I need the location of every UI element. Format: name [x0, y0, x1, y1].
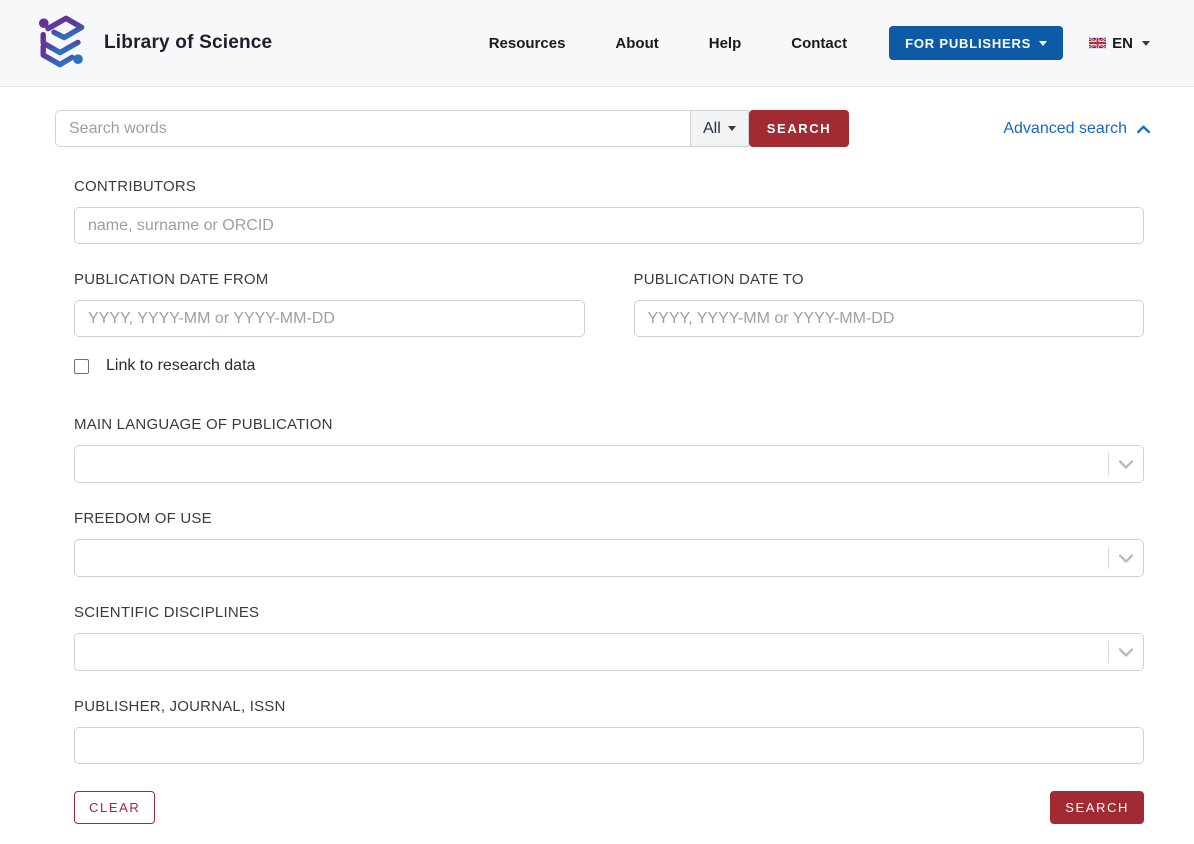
language-code: EN: [1112, 35, 1133, 52]
contributors-label: CONTRIBUTORS: [74, 178, 1144, 195]
scientific-disciplines-label: SCIENTIFIC DISCIPLINES: [74, 604, 1144, 621]
brand-logo[interactable]: Library of Science: [30, 12, 272, 74]
nav-item-help[interactable]: Help: [709, 35, 742, 52]
link-research-data-option[interactable]: Link to research data: [74, 357, 1144, 375]
publication-date-row: PUBLICATION DATE FROM PUBLICATION DATE T…: [74, 271, 1144, 337]
date-from-input[interactable]: [74, 300, 585, 337]
main-nav: Resources About Help Contact: [489, 35, 847, 52]
caret-down-icon: [728, 126, 736, 131]
advanced-search-label: Advanced search: [1003, 120, 1127, 138]
nav-item-about[interactable]: About: [615, 35, 658, 52]
search-bar: All SEARCH Advanced search: [55, 110, 1150, 147]
for-publishers-button[interactable]: FOR PUBLISHERS: [889, 26, 1063, 60]
search-input[interactable]: [55, 110, 690, 147]
main-language-label: MAIN LANGUAGE OF PUBLICATION: [74, 416, 1144, 433]
select-separator: [1108, 641, 1109, 663]
publisher-journal-issn-field: PUBLISHER, JOURNAL, ISSN: [74, 698, 1144, 764]
date-from-label: PUBLICATION DATE FROM: [74, 271, 585, 288]
link-research-data-checkbox[interactable]: [74, 359, 89, 374]
caret-down-icon: [1039, 41, 1047, 46]
library-logo-icon: [30, 12, 90, 74]
chevron-down-icon: [1119, 648, 1133, 657]
header: Library of Science Resources About Help …: [0, 0, 1194, 87]
form-actions: CLEAR SEARCH: [74, 791, 1144, 824]
uk-flag-icon: [1089, 37, 1106, 49]
chevron-down-icon: [1119, 554, 1133, 563]
clear-button[interactable]: CLEAR: [74, 791, 155, 824]
main-language-field: MAIN LANGUAGE OF PUBLICATION: [74, 416, 1144, 483]
language-selector[interactable]: EN: [1089, 35, 1150, 52]
advanced-search-form: CONTRIBUTORS PUBLICATION DATE FROM PUBLI…: [74, 178, 1144, 824]
scientific-disciplines-select[interactable]: [74, 633, 1144, 671]
search-scope-dropdown[interactable]: All: [690, 110, 749, 147]
date-to-input[interactable]: [634, 300, 1145, 337]
search-button-top[interactable]: SEARCH: [749, 110, 850, 147]
link-research-data-label: Link to research data: [106, 357, 255, 375]
chevron-down-icon: [1119, 460, 1133, 469]
main-language-select[interactable]: [74, 445, 1144, 483]
publisher-journal-issn-input[interactable]: [74, 727, 1144, 764]
chevron-up-icon: [1137, 125, 1150, 133]
advanced-search-toggle[interactable]: Advanced search: [1003, 120, 1150, 138]
caret-down-icon: [1142, 41, 1150, 46]
publisher-journal-issn-label: PUBLISHER, JOURNAL, ISSN: [74, 698, 1144, 715]
search-scope-value: All: [703, 120, 721, 138]
date-to-field: PUBLICATION DATE TO: [634, 271, 1145, 337]
scientific-disciplines-field: SCIENTIFIC DISCIPLINES: [74, 604, 1144, 671]
select-separator: [1108, 547, 1109, 569]
brand-name: Library of Science: [104, 32, 272, 54]
select-separator: [1108, 453, 1109, 475]
contributors-field: CONTRIBUTORS: [74, 178, 1144, 244]
nav-item-contact[interactable]: Contact: [791, 35, 847, 52]
contributors-input[interactable]: [74, 207, 1144, 244]
freedom-of-use-label: FREEDOM OF USE: [74, 510, 1144, 527]
freedom-of-use-select[interactable]: [74, 539, 1144, 577]
search-button-bottom[interactable]: SEARCH: [1050, 791, 1144, 824]
nav-item-resources[interactable]: Resources: [489, 35, 566, 52]
date-from-field: PUBLICATION DATE FROM: [74, 271, 585, 337]
for-publishers-label: FOR PUBLISHERS: [905, 36, 1031, 51]
freedom-of-use-field: FREEDOM OF USE: [74, 510, 1144, 577]
date-to-label: PUBLICATION DATE TO: [634, 271, 1145, 288]
